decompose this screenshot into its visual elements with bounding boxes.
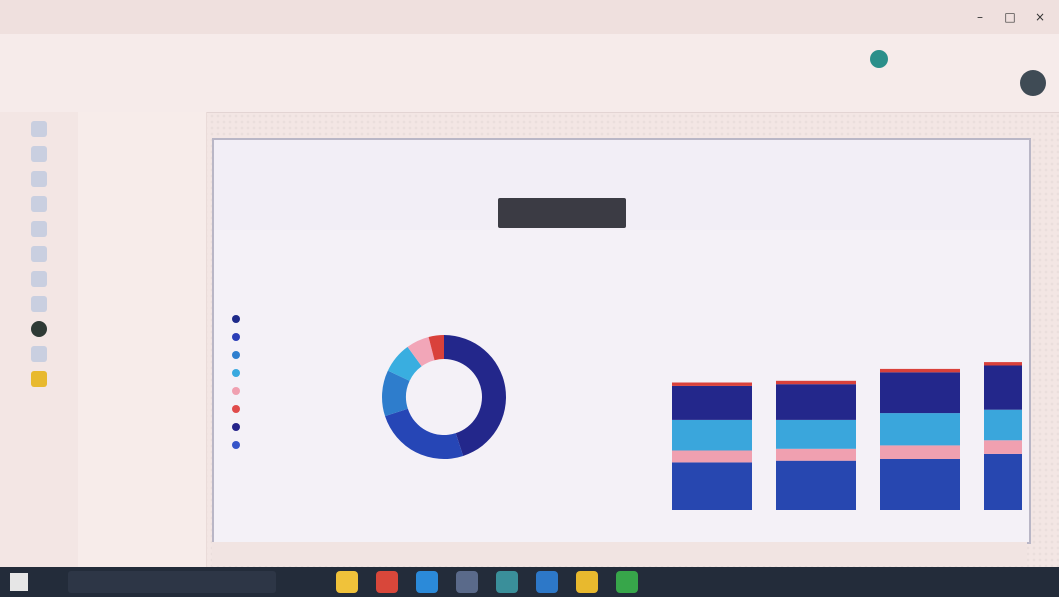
create-icon[interactable] (31, 146, 47, 162)
workspaces-icon[interactable] (31, 296, 47, 312)
taskbar-search-input[interactable] (68, 571, 276, 593)
donut-chart (382, 335, 506, 459)
page-item[interactable] (78, 112, 206, 136)
bar-segment[interactable] (880, 368, 960, 373)
legend-item (232, 418, 387, 436)
file-explorer-icon[interactable] (336, 571, 358, 593)
legend-swatch (232, 369, 240, 377)
taskbar (0, 567, 1059, 597)
teams-app-icon[interactable] (496, 571, 518, 593)
windows-start-icon[interactable] (10, 573, 28, 591)
donut-slice[interactable] (385, 408, 464, 459)
bar-segment[interactable] (984, 409, 1022, 441)
left-nav (0, 112, 79, 567)
bar-segment[interactable] (776, 448, 856, 461)
title-bar: – □ × (0, 0, 1059, 34)
metrics-icon[interactable] (31, 246, 47, 262)
bar-segment[interactable] (776, 460, 856, 510)
taskbar-apps (336, 571, 638, 593)
bar-segment[interactable] (880, 413, 960, 446)
window-controls: – □ × (971, 8, 1049, 26)
page-item[interactable] (78, 136, 206, 160)
user-icon[interactable] (31, 321, 47, 337)
legend-item (232, 310, 387, 328)
legend-swatch (232, 333, 240, 341)
report-title-block (498, 198, 626, 228)
legend-swatch (232, 387, 240, 395)
page-item[interactable] (78, 232, 206, 256)
legend-item (232, 328, 387, 346)
bar-segment[interactable] (672, 385, 752, 420)
legend-swatch (232, 405, 240, 413)
legend-item (232, 364, 387, 382)
bar-segment[interactable] (776, 380, 856, 385)
legend-swatch (232, 441, 240, 449)
app-icon[interactable] (616, 571, 638, 593)
legend-item (232, 436, 387, 454)
bar-segment[interactable] (672, 462, 752, 510)
legend-swatch (232, 315, 240, 323)
settings-icon[interactable] (31, 346, 47, 362)
legend-item (232, 382, 387, 400)
legend-swatch (232, 351, 240, 359)
apps-icon[interactable] (31, 221, 47, 237)
legend-item (232, 400, 387, 418)
edge-icon[interactable] (416, 571, 438, 593)
store-icon[interactable] (456, 571, 478, 593)
page-item[interactable] (78, 184, 206, 208)
bar-segment[interactable] (672, 382, 752, 386)
page-item[interactable] (78, 160, 206, 184)
app-icon[interactable] (536, 571, 558, 593)
home-icon[interactable] (31, 121, 47, 137)
close-icon[interactable]: × (1031, 8, 1049, 26)
bar-segment[interactable] (984, 365, 1022, 410)
report-canvas (212, 138, 1031, 544)
learn-icon[interactable] (31, 271, 47, 287)
lightbulb-icon[interactable] (31, 371, 47, 387)
bar-segment[interactable] (880, 372, 960, 414)
page-tabs-bar (212, 542, 1027, 566)
teams-icon[interactable] (870, 50, 888, 68)
bar-segment[interactable] (776, 384, 856, 420)
pages-list (78, 112, 207, 567)
bar-segment[interactable] (984, 453, 1022, 510)
bar-segment[interactable] (880, 445, 960, 459)
chrome-icon[interactable] (376, 571, 398, 593)
ribbon (0, 34, 1059, 113)
legend-swatch (232, 423, 240, 431)
legend-item (232, 346, 387, 364)
bar-segment[interactable] (672, 450, 752, 463)
powerbi-icon[interactable] (576, 571, 598, 593)
stacked-bar-chart (672, 362, 1022, 510)
maximize-icon[interactable]: □ (1001, 8, 1019, 26)
profile-avatar[interactable] (1020, 70, 1046, 96)
donut-legend (232, 310, 387, 454)
data-hub-icon[interactable] (31, 196, 47, 212)
bar-segment[interactable] (672, 419, 752, 451)
bar-segment[interactable] (880, 459, 960, 510)
bar-segment[interactable] (984, 362, 1022, 366)
browse-icon[interactable] (31, 171, 47, 187)
bar-segment[interactable] (776, 419, 856, 449)
page-item[interactable] (78, 208, 206, 232)
bar-segment[interactable] (984, 440, 1022, 454)
minimize-icon[interactable]: – (971, 8, 989, 26)
